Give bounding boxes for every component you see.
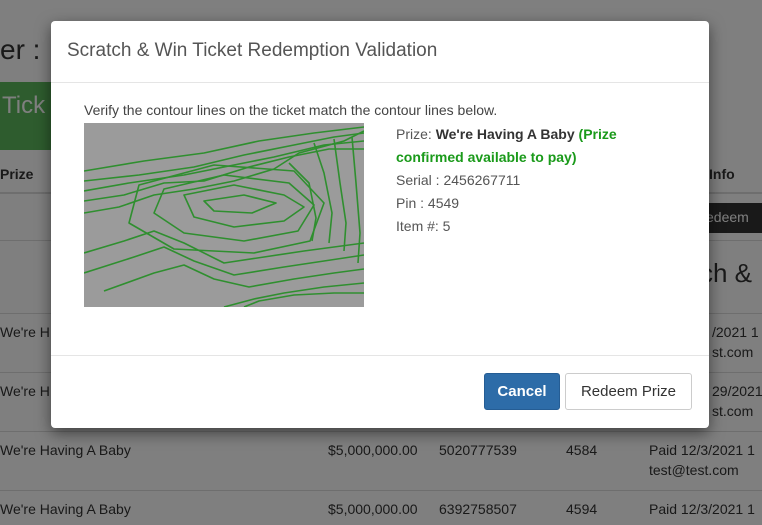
dialog-title: Scratch & Win Ticket Redemption Validati…	[67, 40, 438, 61]
contour-lines-image	[84, 123, 364, 307]
redemption-validation-dialog: Scratch & Win Ticket Redemption Validati…	[51, 21, 709, 428]
pin-number: Pin : 4549	[396, 195, 460, 211]
instruction-text: Verify the contour lines on the ticket m…	[84, 102, 498, 118]
cancel-button[interactable]: Cancel	[484, 373, 560, 410]
prize-details: Prize: We're Having A Baby (Prize confir…	[396, 123, 676, 238]
dialog-body: Verify the contour lines on the ticket m…	[51, 83, 709, 356]
dialog-footer: Cancel Redeem Prize	[51, 356, 709, 427]
prize-name: We're Having A Baby	[435, 126, 575, 142]
redeem-prize-button[interactable]: Redeem Prize	[565, 373, 692, 410]
item-number: Item #: 5	[396, 218, 451, 234]
serial-number: Serial : 2456267711	[396, 172, 521, 188]
prize-label: Prize:	[396, 126, 432, 142]
prize-line: Prize: We're Having A Baby (Prize confir…	[396, 123, 676, 169]
dialog-header: Scratch & Win Ticket Redemption Validati…	[51, 21, 709, 83]
